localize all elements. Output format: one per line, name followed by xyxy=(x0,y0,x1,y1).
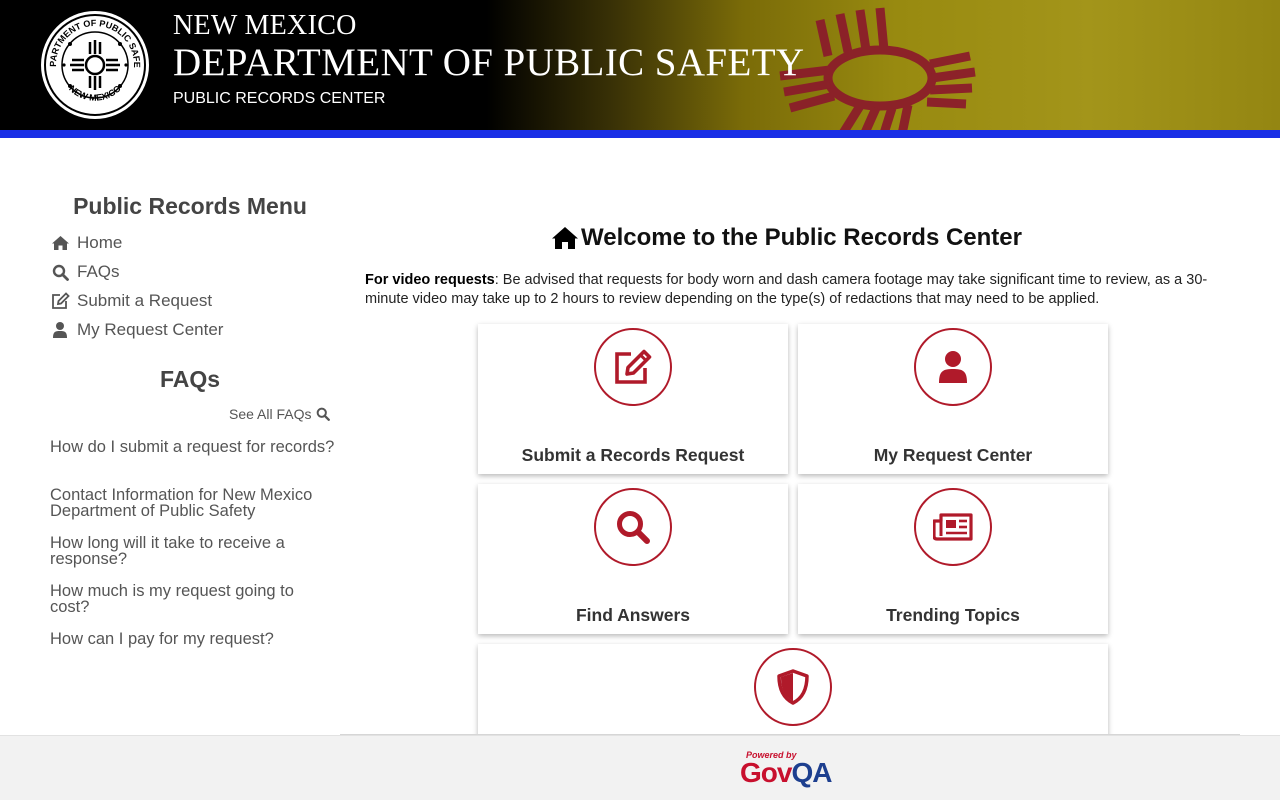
card-label: My Request Center xyxy=(873,445,1033,465)
dps-seal-logo: DEPARTMENT OF PUBLIC SAFETY NEW MEXICO xyxy=(40,10,149,119)
govqa-logo[interactable]: GovQA xyxy=(740,757,832,789)
see-all-faqs-label: See All FAQs xyxy=(229,406,312,422)
search-icon xyxy=(317,407,331,421)
sidebar-item-my-request-center[interactable]: My Request Center xyxy=(50,319,223,341)
faq-link[interactable]: How can I pay for my request? xyxy=(50,631,335,648)
page-title: Welcome to the Public Records Center xyxy=(551,224,1022,252)
faq-link[interactable]: How do I submit a request for records? xyxy=(50,439,335,456)
sidebar-item-label: Submit a Request xyxy=(77,291,213,310)
page-title-text: Welcome to the Public Records Center xyxy=(581,224,1022,251)
header-department: DEPARTMENT OF PUBLIC SAFETY xyxy=(173,41,805,84)
sidebar-item-label: Home xyxy=(77,233,123,252)
notice-label: For video requests xyxy=(365,272,495,288)
card-label: Submit a Records Request xyxy=(521,445,745,465)
sidebar-item-label: My Request Center xyxy=(77,320,224,339)
card-label: Trending Topics xyxy=(886,605,1020,625)
card-submit-records-request[interactable]: Submit a Records Request xyxy=(478,324,788,474)
edit-icon xyxy=(50,292,70,310)
sidebar-item-home[interactable]: Home xyxy=(50,232,122,254)
site-header: DEPARTMENT OF PUBLIC SAFETY NEW MEXICO N… xyxy=(0,0,1280,130)
home-icon xyxy=(50,234,70,252)
card-trending-topics[interactable]: Trending Topics xyxy=(798,484,1108,634)
sidebar-menu-title: Public Records Menu xyxy=(73,193,307,219)
edit-icon xyxy=(594,328,672,406)
faq-link[interactable]: How much is my request going to cost? xyxy=(50,583,335,616)
sidebar-faqs-title: FAQs xyxy=(159,366,221,392)
newspaper-icon xyxy=(914,488,992,566)
card-my-request-center[interactable]: My Request Center xyxy=(798,324,1108,474)
header-accent-bar xyxy=(0,130,1280,138)
search-icon xyxy=(50,263,70,281)
search-icon xyxy=(594,488,672,566)
header-state: NEW MEXICO xyxy=(173,10,357,41)
faq-link[interactable]: How long will it take to receive a respo… xyxy=(50,535,335,568)
sidebar-item-label: FAQs xyxy=(77,262,120,281)
shield-icon xyxy=(754,648,832,726)
card-label: Find Answers xyxy=(575,605,691,625)
video-requests-notice: For video requests: Be advised that requ… xyxy=(365,271,1235,309)
site-footer xyxy=(0,735,1280,800)
home-icon xyxy=(552,227,578,249)
sidebar-item-faqs[interactable]: FAQs xyxy=(50,261,120,283)
see-all-faqs-link[interactable]: See All FAQs xyxy=(229,406,331,422)
govqa-logo-gov: Gov xyxy=(740,757,792,788)
user-icon xyxy=(50,321,70,339)
card-find-answers[interactable]: Find Answers xyxy=(478,484,788,634)
govqa-logo-qa: QA xyxy=(791,757,832,788)
sidebar-item-submit-request[interactable]: Submit a Request xyxy=(50,290,212,312)
header-subtitle: PUBLIC RECORDS CENTER xyxy=(173,90,386,107)
faq-link[interactable]: Contact Information for New Mexico Depar… xyxy=(50,487,335,520)
user-icon xyxy=(914,328,992,406)
